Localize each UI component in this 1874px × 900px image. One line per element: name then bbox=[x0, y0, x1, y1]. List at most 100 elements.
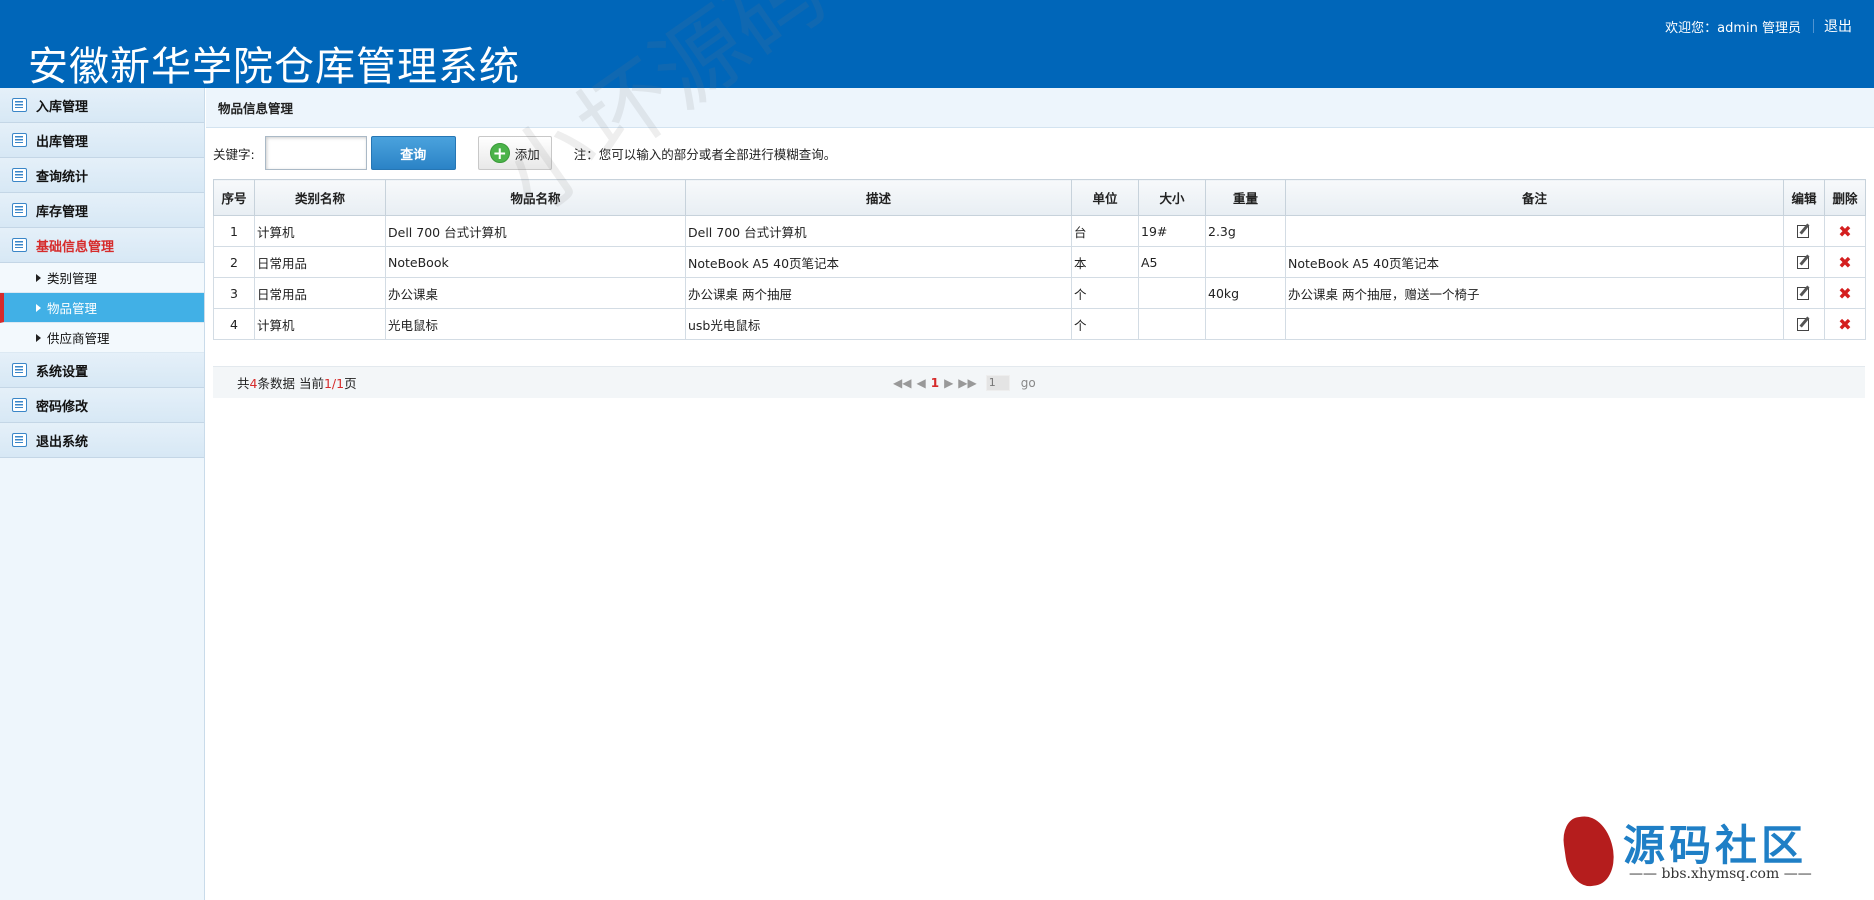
sidebar-item-basic-info[interactable]: 基础信息管理 bbox=[0, 228, 204, 263]
cell-remark bbox=[1285, 308, 1784, 340]
cell-delete: ✖ bbox=[1824, 246, 1866, 278]
list-icon bbox=[12, 203, 27, 217]
sidebar-item-inventory[interactable]: 库存管理 bbox=[0, 193, 204, 228]
cell-delete: ✖ bbox=[1824, 215, 1866, 247]
keyword-input[interactable] bbox=[264, 136, 367, 170]
cell-name: NoteBook bbox=[385, 246, 686, 278]
sidebar-item-label: 退出系统 bbox=[36, 434, 89, 450]
welcome-text: 欢迎您：admin 管理员 bbox=[1665, 20, 1801, 36]
col-header-size: 大小 bbox=[1138, 179, 1206, 216]
cell-desc: Dell 700 台式计算机 bbox=[685, 215, 1072, 247]
cell-edit bbox=[1783, 215, 1825, 247]
sidebar-item-label: 系统设置 bbox=[36, 364, 89, 380]
app-title: 安徽新华学院仓库管理系统 bbox=[28, 44, 520, 90]
sidebar-item-change-password[interactable]: 密码修改 bbox=[0, 388, 204, 423]
cell-weight bbox=[1205, 308, 1286, 340]
cell-size: A5 bbox=[1138, 246, 1206, 278]
query-button[interactable]: 查询 bbox=[370, 136, 456, 170]
delete-icon[interactable]: ✖ bbox=[1838, 222, 1851, 241]
sidebar: 入库管理 出库管理 查询统计 库存管理 基础信息管理 类别管理 物品管理 供应商… bbox=[0, 88, 205, 900]
sidebar-item-inbound[interactable]: 入库管理 bbox=[0, 88, 204, 123]
col-header-delete: 删除 bbox=[1824, 179, 1866, 216]
list-icon bbox=[12, 98, 27, 112]
table-row: 4 计算机 光电鼠标 usb光电鼠标 个 ✖ bbox=[213, 308, 1866, 340]
search-bar: 关键字: 查询 + 添加 注：您可以输入的部分或者全部进行模糊查询。 bbox=[213, 136, 836, 170]
sidebar-subitem-goods[interactable]: 物品管理 bbox=[0, 293, 204, 323]
caret-right-icon bbox=[36, 273, 41, 282]
cell-remark: 办公课桌 两个抽屉，赠送一个椅子 bbox=[1285, 277, 1784, 309]
delete-icon[interactable]: ✖ bbox=[1838, 284, 1851, 303]
delete-icon[interactable]: ✖ bbox=[1838, 315, 1851, 334]
sidebar-subitem-label: 类别管理 bbox=[47, 271, 98, 286]
cell-no: 3 bbox=[213, 277, 255, 309]
add-button[interactable]: + 添加 bbox=[477, 136, 552, 170]
list-icon bbox=[12, 168, 27, 182]
page-number[interactable]: 1 bbox=[931, 376, 939, 390]
cell-unit: 本 bbox=[1071, 246, 1139, 278]
sidebar-item-query-stats[interactable]: 查询统计 bbox=[0, 158, 204, 193]
table-row: 2 日常用品 NoteBook NoteBook A5 40页笔记本 本 A5 … bbox=[213, 246, 1866, 278]
col-header-no: 序号 bbox=[213, 179, 255, 216]
list-icon bbox=[12, 398, 27, 412]
next-page-icon[interactable]: ▶ bbox=[944, 376, 953, 390]
col-header-category: 类别名称 bbox=[254, 179, 386, 216]
page-jump-input[interactable]: 1 bbox=[985, 374, 1010, 391]
cell-edit bbox=[1783, 308, 1825, 340]
cell-category: 日常用品 bbox=[254, 246, 386, 278]
table-header-row: 序号 类别名称 物品名称 描述 单位 大小 重量 备注 编辑 删除 bbox=[213, 179, 1866, 216]
sidebar-subitem-category[interactable]: 类别管理 bbox=[0, 263, 204, 293]
edit-icon[interactable] bbox=[1796, 223, 1812, 238]
go-button[interactable]: go bbox=[1021, 376, 1036, 390]
pager-suffix: 页 bbox=[344, 376, 357, 391]
search-hint: 注：您可以输入的部分或者全部进行模糊查询。 bbox=[573, 146, 837, 162]
caret-right-icon bbox=[36, 303, 41, 312]
edit-icon[interactable] bbox=[1796, 254, 1812, 269]
cell-remark: NoteBook A5 40页笔记本 bbox=[1285, 246, 1784, 278]
logout-link[interactable]: 退出 bbox=[1824, 16, 1852, 36]
cell-name: 办公课桌 bbox=[385, 277, 686, 309]
cell-size: 19# bbox=[1138, 215, 1206, 247]
cell-delete: ✖ bbox=[1824, 308, 1866, 340]
first-page-icon[interactable]: ◀◀ bbox=[893, 376, 911, 390]
caret-right-icon bbox=[36, 333, 41, 342]
pager-prefix: 共 bbox=[237, 376, 250, 391]
list-icon bbox=[12, 133, 27, 147]
cell-category: 日常用品 bbox=[254, 277, 386, 309]
cell-weight bbox=[1205, 246, 1286, 278]
search-label: 关键字: bbox=[213, 146, 255, 162]
edit-icon[interactable] bbox=[1796, 316, 1812, 331]
col-header-name: 物品名称 bbox=[385, 179, 686, 216]
main-content: 物品信息管理 关键字: 查询 + 添加 注：您可以输入的部分或者全部进行模糊查询… bbox=[206, 88, 1874, 900]
sidebar-subitem-supplier[interactable]: 供应商管理 bbox=[0, 323, 204, 353]
cell-no: 1 bbox=[213, 215, 255, 247]
list-icon bbox=[12, 238, 27, 252]
cell-desc: NoteBook A5 40页笔记本 bbox=[685, 246, 1072, 278]
list-icon bbox=[12, 363, 27, 377]
last-page-icon[interactable]: ▶▶ bbox=[958, 376, 976, 390]
cell-unit: 个 bbox=[1071, 308, 1139, 340]
sidebar-item-system-settings[interactable]: 系统设置 bbox=[0, 353, 204, 388]
cell-delete: ✖ bbox=[1824, 277, 1866, 309]
edit-icon[interactable] bbox=[1796, 285, 1812, 300]
table-row: 3 日常用品 办公课桌 办公课桌 两个抽屉 个 40kg 办公课桌 两个抽屉，赠… bbox=[213, 277, 1866, 309]
delete-icon[interactable]: ✖ bbox=[1838, 253, 1851, 272]
current-page: 1 bbox=[323, 376, 332, 391]
cell-size bbox=[1138, 277, 1206, 309]
goods-table: 序号 类别名称 物品名称 描述 单位 大小 重量 备注 编辑 删除 1 计算机 … bbox=[213, 179, 1866, 340]
sidebar-subitem-label: 物品管理 bbox=[47, 301, 98, 316]
cell-unit: 个 bbox=[1071, 277, 1139, 309]
col-header-edit: 编辑 bbox=[1783, 179, 1825, 216]
add-button-label: 添加 bbox=[514, 146, 540, 162]
pager-middle: 条数据 当前 bbox=[257, 376, 324, 391]
cell-no: 4 bbox=[213, 308, 255, 340]
sidebar-subitem-label: 供应商管理 bbox=[47, 331, 110, 346]
sidebar-item-exit[interactable]: 退出系统 bbox=[0, 423, 204, 458]
col-header-remark: 备注 bbox=[1285, 179, 1784, 216]
app-header: 安徽新华学院仓库管理系统 欢迎您：admin 管理员 退出 bbox=[0, 0, 1874, 90]
sidebar-item-label: 库存管理 bbox=[36, 204, 89, 220]
plus-circle-icon: + bbox=[489, 143, 510, 164]
cell-edit bbox=[1783, 246, 1825, 278]
sidebar-item-outbound[interactable]: 出库管理 bbox=[0, 123, 204, 158]
prev-page-icon[interactable]: ◀ bbox=[916, 376, 925, 390]
cell-desc: 办公课桌 两个抽屉 bbox=[685, 277, 1072, 309]
